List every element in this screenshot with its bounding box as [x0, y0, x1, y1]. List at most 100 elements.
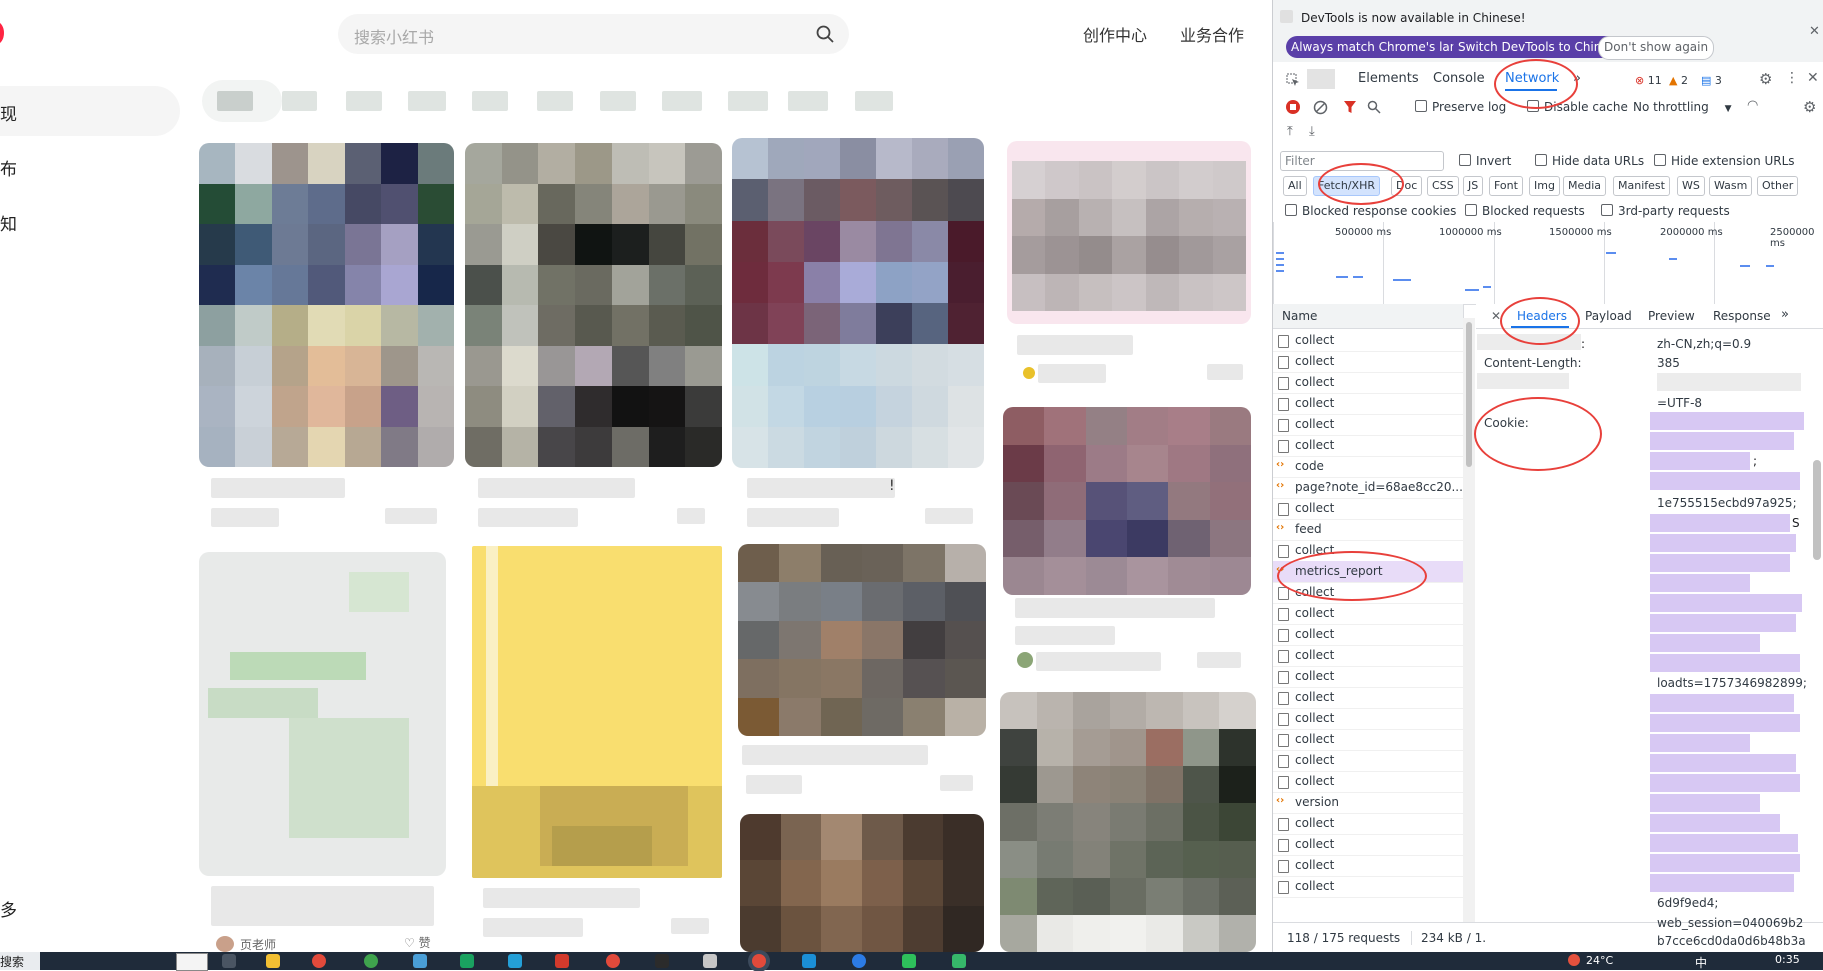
request-row[interactable]: collect — [1273, 645, 1463, 667]
note-card-image[interactable] — [1007, 141, 1251, 324]
network-conditions-icon[interactable]: ◠ — [1747, 98, 1758, 113]
note-likes[interactable] — [385, 508, 437, 524]
xiaohongshu-logo[interactable] — [0, 22, 4, 44]
filter-type-ws[interactable]: WS — [1677, 176, 1705, 196]
dont-show-again-button[interactable]: Don't show again — [1598, 36, 1715, 60]
ime-indicator[interactable]: 中 — [1695, 954, 1707, 971]
sidebar-item-notifications[interactable]: 知 — [0, 196, 180, 246]
like-button[interactable]: ♡ 赞 — [404, 934, 431, 951]
weather-temp[interactable]: 24°C — [1586, 954, 1613, 967]
inspect-element-icon[interactable] — [1286, 73, 1300, 87]
invert-checkbox[interactable]: Invert — [1459, 154, 1511, 168]
filter-type-all[interactable]: All — [1283, 176, 1307, 196]
note-title[interactable] — [211, 886, 434, 926]
import-har-icon[interactable]: ⤒ — [1287, 124, 1293, 139]
task-view-icon[interactable] — [176, 953, 208, 971]
app-icon[interactable] — [460, 954, 474, 968]
app-icon[interactable] — [222, 954, 236, 968]
hide-extension-urls-checkbox[interactable]: Hide extension URLs — [1654, 154, 1795, 168]
category-chip[interactable] — [788, 91, 828, 111]
sidebar-item-more[interactable]: 多 — [0, 882, 180, 932]
request-row[interactable]: collect — [1273, 435, 1463, 457]
chrome-active-icon[interactable] — [752, 954, 766, 968]
tab-console[interactable]: Console — [1433, 71, 1485, 86]
note-author[interactable]: 页老师 — [240, 936, 276, 952]
app-icon[interactable] — [364, 954, 378, 968]
filter-type-media[interactable]: Media — [1563, 176, 1607, 196]
category-chip[interactable] — [217, 91, 253, 111]
note-card-image[interactable] — [732, 138, 984, 468]
category-chip[interactable] — [728, 91, 768, 111]
category-chip[interactable] — [855, 91, 893, 111]
third-party-requests-checkbox[interactable]: 3rd-party requests — [1601, 204, 1730, 218]
note-likes[interactable] — [671, 918, 709, 934]
note-card-image[interactable] — [199, 143, 454, 467]
filter-type-font[interactable]: Font — [1489, 176, 1523, 196]
tab-preview[interactable]: Preview — [1648, 309, 1695, 323]
more-detail-tabs-button[interactable]: » — [1781, 307, 1789, 322]
clock-time[interactable]: 0:35 — [1775, 953, 1800, 966]
tab-response[interactable]: Response — [1713, 309, 1771, 323]
request-row[interactable]: collect — [1273, 876, 1463, 898]
name-column-header[interactable]: Name — [1282, 309, 1317, 323]
note-likes[interactable] — [677, 508, 705, 524]
filter-type-img[interactable]: Img — [1529, 176, 1560, 196]
request-row[interactable]: collect — [1273, 330, 1463, 352]
request-row[interactable]: collect — [1273, 834, 1463, 856]
request-row[interactable]: collect — [1273, 813, 1463, 835]
note-tag[interactable] — [1015, 626, 1115, 645]
avatar[interactable] — [216, 936, 234, 952]
note-card-image[interactable] — [1003, 407, 1251, 595]
note-card-image[interactable] — [1000, 692, 1256, 952]
note-author[interactable] — [1038, 364, 1106, 383]
clear-icon[interactable] — [1313, 100, 1328, 115]
note-title[interactable] — [478, 478, 635, 498]
request-row[interactable]: collect — [1273, 666, 1463, 688]
note-title[interactable] — [1015, 598, 1215, 618]
note-author[interactable] — [478, 508, 578, 527]
message-badge[interactable]: ▤ 3 — [1701, 74, 1722, 87]
creator-center-link[interactable]: 创作中心 — [1083, 22, 1147, 46]
note-author[interactable] — [746, 775, 802, 794]
request-row[interactable]: collect — [1273, 750, 1463, 772]
request-row[interactable]: collect — [1273, 687, 1463, 709]
sidebar-item-discover[interactable]: 现 — [0, 86, 180, 136]
blocked-requests-checkbox[interactable]: Blocked requests — [1465, 204, 1585, 218]
filter-type-wasm[interactable]: Wasm — [1709, 176, 1753, 196]
note-likes[interactable] — [925, 508, 973, 524]
request-row[interactable]: collect — [1273, 855, 1463, 877]
app-icon[interactable] — [852, 954, 866, 968]
preserve-log-checkbox[interactable]: Preserve log — [1415, 100, 1506, 114]
request-row[interactable]: collect — [1273, 624, 1463, 646]
filter-type-manifest[interactable]: Manifest — [1613, 176, 1670, 196]
note-likes[interactable] — [1197, 652, 1241, 668]
note-card-image[interactable] — [199, 552, 446, 876]
filter-type-other[interactable]: Other — [1757, 176, 1799, 196]
request-row[interactable]: collect — [1273, 372, 1463, 394]
request-row[interactable]: ‹› feed — [1273, 519, 1463, 541]
search-box[interactable]: 搜索 — [0, 952, 40, 970]
record-stop-icon[interactable] — [1286, 100, 1300, 114]
app-icon[interactable] — [655, 954, 669, 968]
weather-icon[interactable] — [1568, 954, 1580, 966]
note-card-image[interactable] — [472, 546, 722, 878]
note-author[interactable] — [211, 508, 279, 527]
request-row[interactable]: collect — [1273, 603, 1463, 625]
error-badge[interactable]: ⊗ 11 — [1635, 74, 1662, 87]
note-title[interactable] — [1017, 335, 1133, 355]
request-row[interactable]: collect — [1273, 414, 1463, 436]
note-title[interactable] — [742, 745, 928, 765]
category-chip[interactable] — [600, 91, 636, 111]
note-author[interactable] — [483, 918, 583, 937]
search-bar[interactable]: 搜索小红书 — [338, 14, 849, 54]
avatar[interactable] — [1023, 367, 1035, 379]
sidebar-item-publish[interactable]: 布 — [0, 141, 180, 191]
note-title[interactable] — [211, 478, 345, 498]
request-row[interactable]: collect — [1273, 351, 1463, 373]
category-chip[interactable] — [346, 91, 382, 111]
filter-type-css[interactable]: CSS — [1427, 176, 1459, 196]
chrome-icon[interactable] — [312, 954, 326, 968]
blocked-response-cookies-checkbox[interactable]: Blocked response cookies — [1285, 204, 1456, 218]
request-row[interactable]: collect — [1273, 708, 1463, 730]
headers-scrollbar[interactable] — [1813, 460, 1821, 560]
